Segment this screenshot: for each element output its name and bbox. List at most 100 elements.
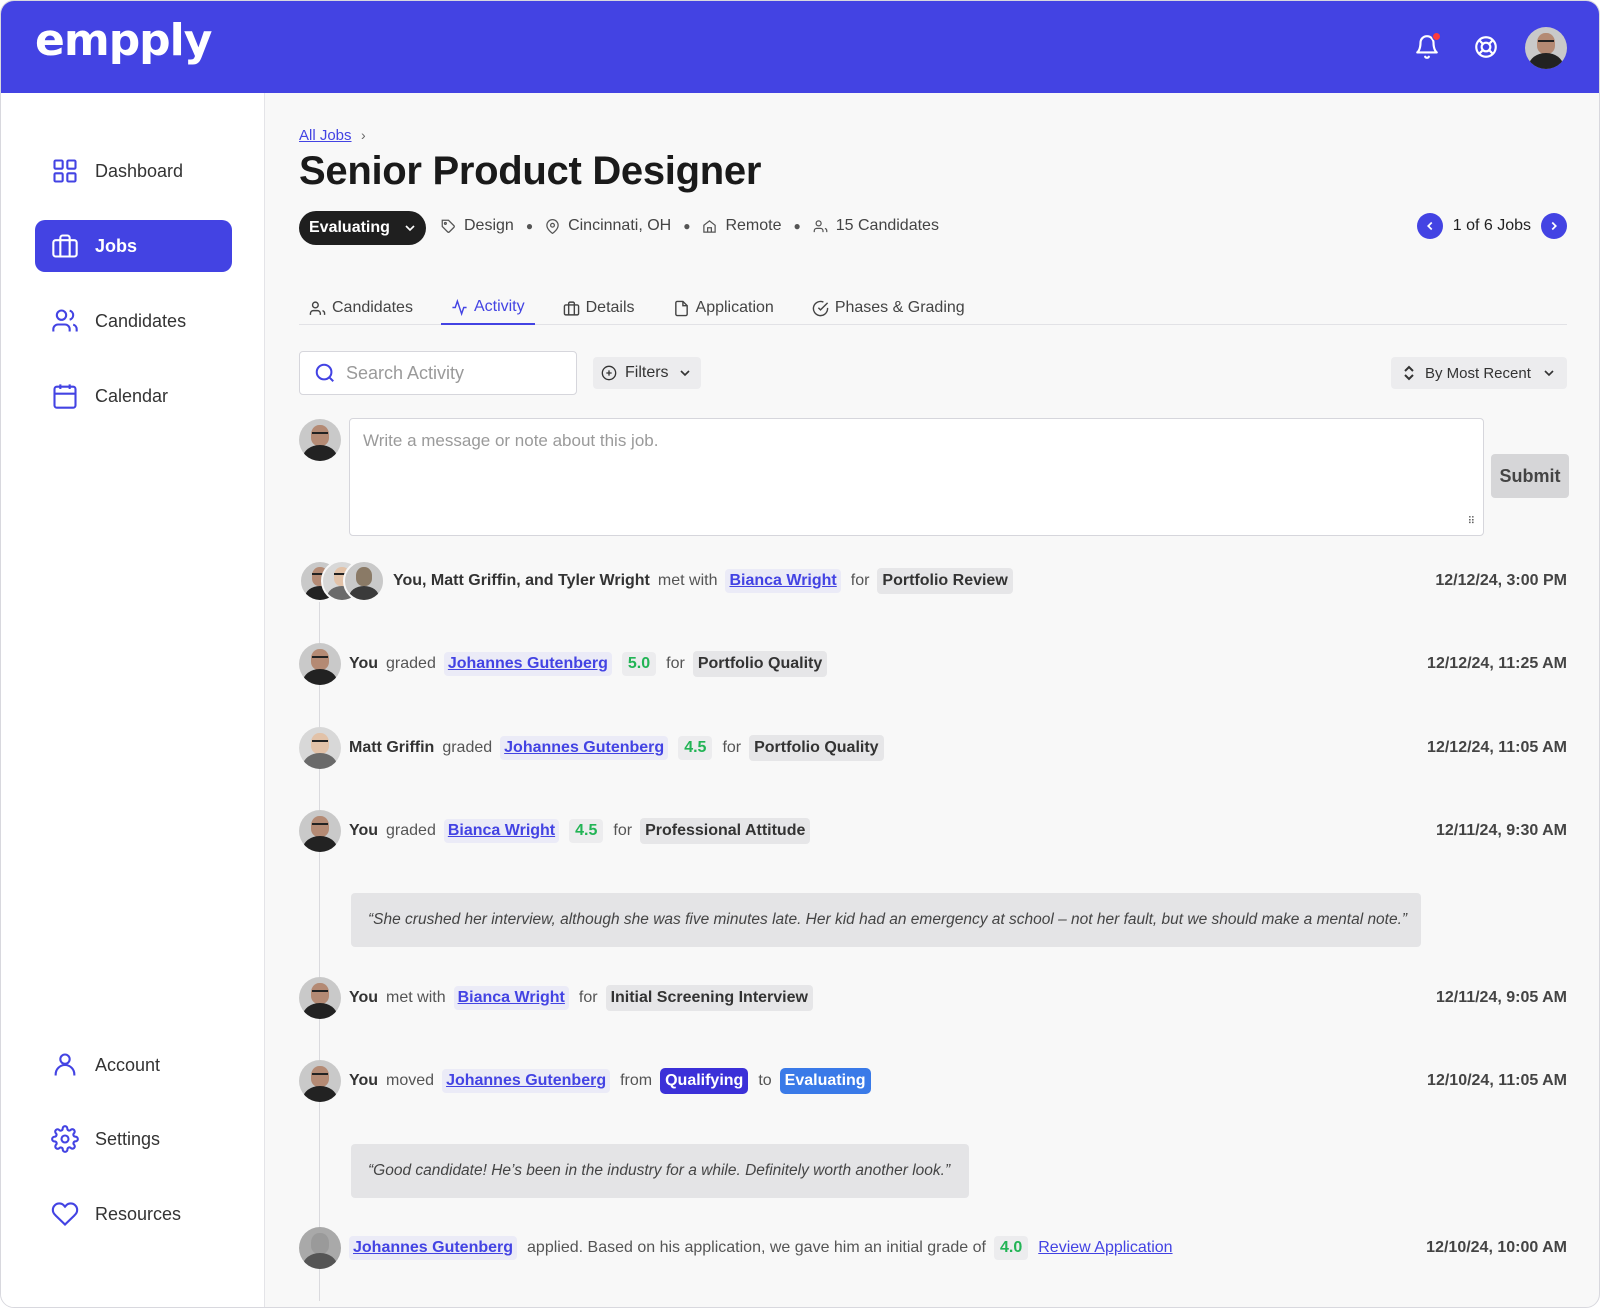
- tab-candidates[interactable]: Candidates: [299, 291, 423, 325]
- avatar: [299, 1227, 341, 1269]
- activity-time: 12/10/24, 10:00 AM: [1426, 1239, 1567, 1256]
- notifications-bell-icon[interactable]: [1409, 29, 1445, 65]
- sidebar-item-account[interactable]: Account: [35, 1039, 232, 1091]
- stage-badge-from: Qualifying: [660, 1068, 749, 1094]
- activity-time: 12/12/24, 11:05 AM: [1427, 739, 1567, 756]
- candidate-link[interactable]: Johannes Gutenberg: [442, 1069, 611, 1093]
- sidebar-item-resources[interactable]: Resources: [35, 1188, 232, 1240]
- candidate-link[interactable]: Bianca Wright: [453, 986, 569, 1010]
- job-department: Design: [464, 217, 514, 234]
- resize-handle-icon[interactable]: ⠿: [1468, 516, 1475, 527]
- candidate-link[interactable]: Johannes Gutenberg: [443, 652, 612, 676]
- activity-verb: graded: [386, 822, 436, 839]
- sidebar-item-label: Jobs: [95, 235, 138, 256]
- check-circle-icon: [812, 300, 829, 316]
- avatar: [299, 643, 341, 685]
- activity-item: You met with Bianca Wright for Initial S…: [299, 976, 1567, 1020]
- users-icon: [52, 309, 78, 332]
- sort-dropdown[interactable]: By Most Recent: [1391, 357, 1567, 389]
- candidate-link[interactable]: Johannes Gutenberg: [349, 1236, 518, 1260]
- activity-for: for: [613, 822, 633, 839]
- heart-icon: [51, 1202, 79, 1226]
- status-dropdown[interactable]: Evaluating: [299, 211, 426, 245]
- activity-tag: Professional Attitude: [640, 818, 811, 844]
- tab-details[interactable]: Details: [553, 291, 645, 325]
- tab-application[interactable]: Application: [663, 291, 784, 325]
- activity-actor: You: [349, 822, 379, 839]
- user-avatar[interactable]: [1525, 27, 1567, 69]
- help-lifebuoy-icon[interactable]: [1468, 29, 1504, 65]
- gear-icon: [51, 1125, 79, 1153]
- activity-icon: [452, 298, 467, 316]
- sidebar-item-label: Account: [95, 1054, 161, 1075]
- activity-from: from: [620, 1072, 653, 1089]
- next-job-button[interactable]: [1541, 213, 1567, 239]
- page-title: Senior Product Designer: [299, 149, 762, 193]
- sidebar-item-label: Calendar: [95, 385, 169, 406]
- app-logo[interactable]: empply: [35, 15, 212, 66]
- grade-value: 4.5: [569, 819, 604, 843]
- chevron-left-icon: [1426, 221, 1433, 231]
- activity-tag: Portfolio Quality: [692, 651, 828, 677]
- job-candidate-count: 15 Candidates: [835, 217, 939, 234]
- sidebar-item-jobs[interactable]: Jobs: [35, 220, 232, 272]
- notification-dot: [1432, 32, 1441, 41]
- calendar-icon: [53, 384, 77, 409]
- briefcase-icon: [563, 300, 579, 316]
- compose-avatar: [299, 419, 341, 461]
- activity-actor: You: [349, 655, 379, 672]
- activity-verb: graded: [442, 739, 493, 756]
- home-icon: [703, 219, 717, 233]
- candidate-link[interactable]: Bianca Wright: [443, 819, 560, 843]
- chevron-down-icon: [1544, 370, 1554, 377]
- candidate-link[interactable]: Johannes Gutenberg: [500, 736, 669, 760]
- status-label: Evaluating: [309, 219, 390, 236]
- filters-button[interactable]: Filters: [593, 357, 701, 389]
- activity-item: Johannes Gutenberg applied. Based on his…: [299, 1226, 1567, 1270]
- job-location: Cincinnati, OH: [568, 217, 672, 234]
- activity-item: You graded Johannes Gutenberg 5.0 for Po…: [299, 642, 1567, 686]
- tab-phases-grading[interactable]: Phases & Grading: [802, 291, 975, 325]
- job-work-type: Remote: [725, 217, 782, 234]
- sidebar-item-settings[interactable]: Settings: [35, 1113, 232, 1165]
- sidebar-item-label: Resources: [95, 1203, 182, 1224]
- breadcrumb-all-jobs[interactable]: All Jobs: [299, 127, 352, 144]
- search-icon: [315, 363, 334, 382]
- avatar: [299, 810, 341, 852]
- activity-for: for: [578, 989, 598, 1006]
- participant-avatars: [299, 560, 385, 602]
- message-input[interactable]: [363, 431, 1470, 523]
- sidebar-item-dashboard[interactable]: Dashboard: [35, 145, 232, 197]
- review-application-link[interactable]: Review Application: [1038, 1239, 1172, 1257]
- sidebar-item-calendar[interactable]: Calendar: [35, 370, 232, 422]
- activity-text: applied. Based on his application, we ga…: [527, 1239, 986, 1256]
- prev-job-button[interactable]: [1416, 213, 1443, 239]
- activity-tag: Initial Screening Interview: [605, 985, 813, 1011]
- tab-activity[interactable]: Activity: [440, 291, 535, 325]
- sort-icon: [1404, 365, 1414, 381]
- search-input[interactable]: [346, 362, 556, 384]
- submit-button[interactable]: Submit: [1491, 454, 1569, 498]
- chevron-right-icon: [1551, 221, 1557, 231]
- activity-actor: You: [349, 1072, 379, 1089]
- chevron-down-icon: [405, 225, 415, 232]
- activity-verb: graded: [386, 655, 436, 672]
- activity-tag: Portfolio Quality: [749, 735, 884, 761]
- stage-badge-to: Evaluating: [779, 1068, 871, 1094]
- filters-label: Filters: [625, 364, 669, 381]
- activity-for: for: [722, 739, 742, 756]
- candidate-link[interactable]: Bianca Wright: [725, 569, 841, 593]
- activity-time: 12/12/24, 3:00 PM: [1435, 572, 1567, 589]
- activity-verb: moved: [386, 1072, 435, 1089]
- activity-item: Matt Griffin graded Johannes Gutenberg 4…: [299, 726, 1567, 770]
- avatar: [299, 977, 341, 1019]
- sidebar: Dashboard Jobs Candidates Calendar Accou…: [1, 93, 265, 1307]
- location-pin-icon: [546, 218, 559, 234]
- tab-label: Details: [585, 299, 635, 316]
- avatar: [299, 727, 341, 769]
- sidebar-item-candidates[interactable]: Candidates: [35, 295, 232, 347]
- activity-actor: Matt Griffin: [349, 739, 435, 756]
- activity-item: You, Matt Griffin, and Tyler Wright met …: [299, 559, 1567, 603]
- breadcrumb-separator: ›: [361, 127, 366, 143]
- activity-note: “Good candidate! He’s been in the indust…: [351, 1144, 969, 1198]
